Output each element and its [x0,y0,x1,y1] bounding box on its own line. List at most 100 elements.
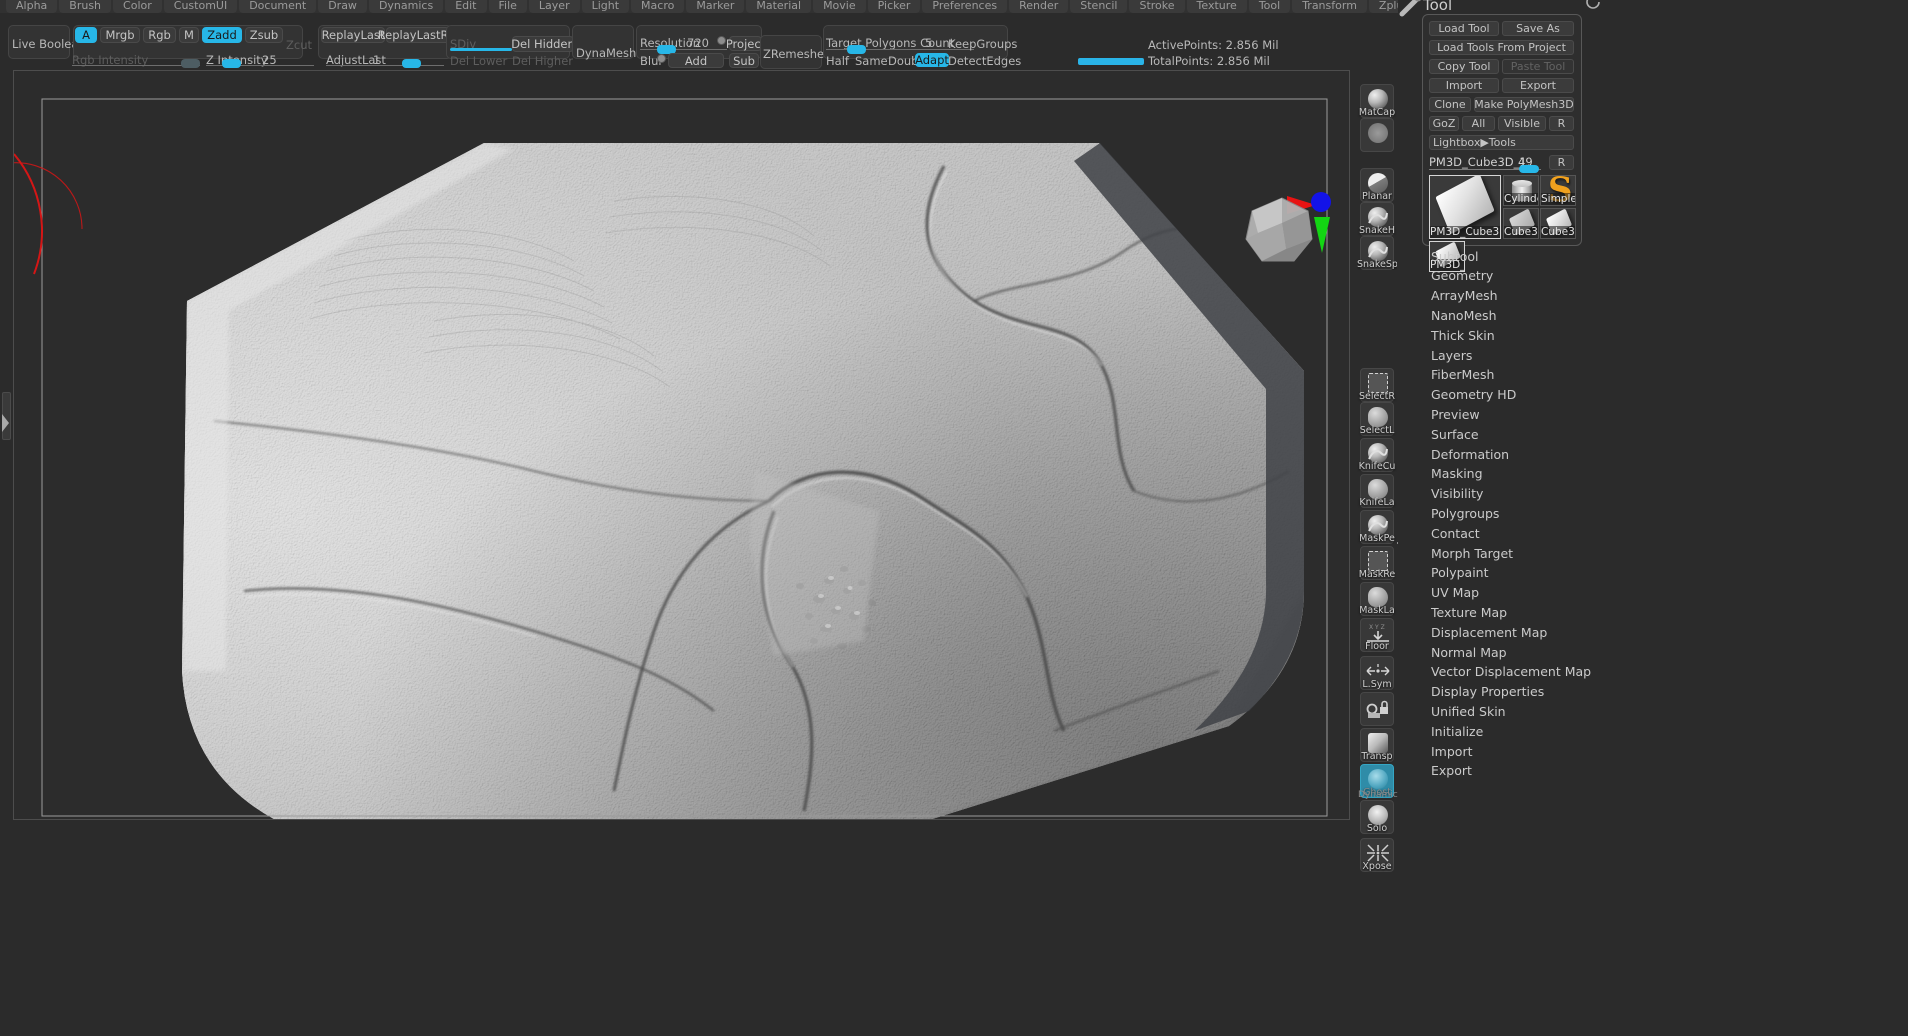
current-tool-slider[interactable]: PM3D_Cube3D_1. 49 [1429,155,1544,173]
tool-submenu-fibermesh[interactable]: FiberMesh [1422,365,1632,385]
tool-submenu-unified-skin[interactable]: Unified Skin [1422,701,1632,721]
tool-submenu-layers[interactable]: Layers [1422,345,1632,365]
del-lower-button[interactable]: Del Lower [450,54,507,68]
tool-submenu-visibility[interactable]: Visibility [1422,484,1632,504]
dynamesh-sub-button[interactable]: Sub [729,53,759,68]
menu-item-file[interactable]: File [488,0,527,13]
zremesher-button[interactable]: ZRemesher [763,47,829,61]
palette-refresh-icon[interactable] [1583,0,1605,14]
menu-item-material[interactable]: Material [746,0,812,13]
rail-item-local-symmetry[interactable]: L.Sym [1360,656,1394,690]
rgb-intensity-knob[interactable] [181,59,200,68]
tool-thumbnail-simplebrush[interactable]: S SimpleB [1540,175,1576,206]
tool-submenu-vector-displacement-map[interactable]: Vector Displacement Map [1422,662,1632,682]
rail-item-material-swatch[interactable] [1360,118,1394,152]
goz-r-button[interactable]: R [1549,116,1574,131]
tool-submenu-initialize[interactable]: Initialize [1422,721,1632,741]
menu-item-brush[interactable]: Brush [59,0,112,13]
draw-mode-m[interactable]: M [179,27,199,43]
tool-submenu-normal-map[interactable]: Normal Map [1422,642,1632,662]
tool-submenu-display-properties[interactable]: Display Properties [1422,682,1632,702]
left-panel-expand-arrow[interactable] [0,408,10,438]
menu-item-preferences[interactable]: Preferences [922,0,1008,13]
load-tools-from-project-button[interactable]: Load Tools From Project [1429,40,1574,55]
document-scrollbar[interactable] [1078,58,1144,65]
goz-visible-button[interactable]: Visible [1498,116,1546,131]
tool-submenu-geometry[interactable]: Geometry [1422,266,1632,286]
dynamesh-project-button[interactable]: Project [726,36,765,51]
rail-item-snakehook[interactable]: SnakeH [1359,202,1395,236]
tool-submenu-geometry-hd[interactable]: Geometry HD [1422,385,1632,405]
import-button[interactable]: Import [1429,78,1499,93]
tool-submenu-masking[interactable]: Masking [1422,464,1632,484]
dynamesh-add-button[interactable]: Add [668,53,724,68]
menu-item-draw[interactable]: Draw [318,0,367,13]
draw-mode-zsub[interactable]: Zsub [245,27,283,43]
rail-item-mask-pen[interactable]: MaskPe [1359,510,1395,544]
clone-button[interactable]: Clone [1429,97,1471,112]
tool-submenu-subtool[interactable]: Subtool [1422,246,1632,266]
tool-submenu-displacement-map[interactable]: Displacement Map [1422,622,1632,642]
menu-item-render[interactable]: Render [1009,0,1069,13]
rail-item-transparency[interactable]: Transp [1360,728,1394,762]
menu-item-layer[interactable]: Layer [528,0,580,13]
rail-item-xpose[interactable]: Xpose [1360,838,1394,872]
copy-tool-button[interactable]: Copy Tool [1429,59,1499,74]
tool-thumbnail-cube3d-b[interactable]: Cube3D [1540,208,1576,239]
half-button[interactable]: Half [826,54,849,68]
tool-submenu-nanomesh[interactable]: NanoMesh [1422,305,1632,325]
del-hidden-button[interactable]: Del Hidden [511,36,575,52]
tool-submenu-uv-map[interactable]: UV Map [1422,583,1632,603]
replay-last-rel-button[interactable]: ReplayLastRel [378,27,458,43]
menu-item-dynamics[interactable]: Dynamics [368,0,444,13]
tool-submenu-polypaint[interactable]: Polypaint [1422,563,1632,583]
rail-item-mask-lasso[interactable]: MaskLa [1359,582,1395,616]
target-polygons-value[interactable]: 5 [925,36,932,50]
rail-item-knife-curve[interactable]: KnifeCu [1359,438,1395,472]
del-higher-button[interactable]: Del Higher [512,54,573,68]
keep-groups-button[interactable]: KeepGroups [948,37,1017,51]
tool-submenu-preview[interactable]: Preview [1422,404,1632,424]
tool-submenu-morph-target[interactable]: Morph Target [1422,543,1632,563]
blur-radio[interactable] [657,54,666,63]
save-as-button[interactable]: Save As [1502,21,1574,36]
tool-submenu-texture-map[interactable]: Texture Map [1422,602,1632,622]
current-tool-r-button[interactable]: R [1549,155,1574,170]
adapt-button[interactable]: Adapt [915,53,949,67]
menu-item-texture[interactable]: Texture [1186,0,1247,13]
tool-submenu-deformation[interactable]: Deformation [1422,444,1632,464]
rail-item-lock-camera[interactable] [1360,692,1394,726]
menu-item-edit[interactable]: Edit [445,0,487,13]
draw-mode-zcut[interactable]: Zcut [286,38,312,52]
document-canvas[interactable] [13,70,1350,820]
sdiv-fill[interactable] [450,48,512,51]
detect-edges-button[interactable]: DetectEdges [948,54,1021,68]
menu-item-customui[interactable]: CustomUI [163,0,238,13]
rail-item-mask-rect[interactable]: MaskRe [1359,546,1395,580]
target-polygons-knob[interactable] [847,45,866,54]
menu-item-transform[interactable]: Transform [1292,0,1367,13]
same-button[interactable]: Same [855,54,888,68]
menu-item-tool[interactable]: Tool [1248,0,1291,13]
rail-item-planar[interactable]: Planar [1360,168,1394,202]
menu-item-stroke[interactable]: Stroke [1129,0,1185,13]
menu-item-alpha[interactable]: Alpha [6,0,58,13]
menu-item-marker[interactable]: Marker [686,0,745,13]
draw-mode-zadd[interactable]: Zadd [202,27,242,43]
menu-item-macro[interactable]: Macro [631,0,685,13]
resolution-value[interactable]: 720 [687,36,709,50]
tool-submenu-polygroups[interactable]: Polygroups [1422,503,1632,523]
adjust-last-track[interactable] [326,65,444,66]
load-tool-button[interactable]: Load Tool [1429,21,1499,36]
rail-item-floor[interactable]: X Y Z Floor [1360,618,1394,652]
goz-all-button[interactable]: All [1462,116,1495,131]
export-button[interactable]: Export [1502,78,1574,93]
tool-thumbnail-cube3d-a[interactable]: Cube3D [1503,208,1539,239]
menu-item-stencil[interactable]: Stencil [1070,0,1128,13]
tool-submenu-export[interactable]: Export [1422,761,1632,781]
tool-thumbnail-pm3d-cube3d[interactable]: PM3D_Cube3D_ [1429,175,1501,239]
tool-submenu-import[interactable]: Import [1422,741,1632,761]
rail-item-select-rect[interactable]: SelectR [1359,368,1395,402]
tool-submenu-surface[interactable]: Surface [1422,424,1632,444]
draw-mode-mrgb[interactable]: Mrgb [100,27,140,43]
